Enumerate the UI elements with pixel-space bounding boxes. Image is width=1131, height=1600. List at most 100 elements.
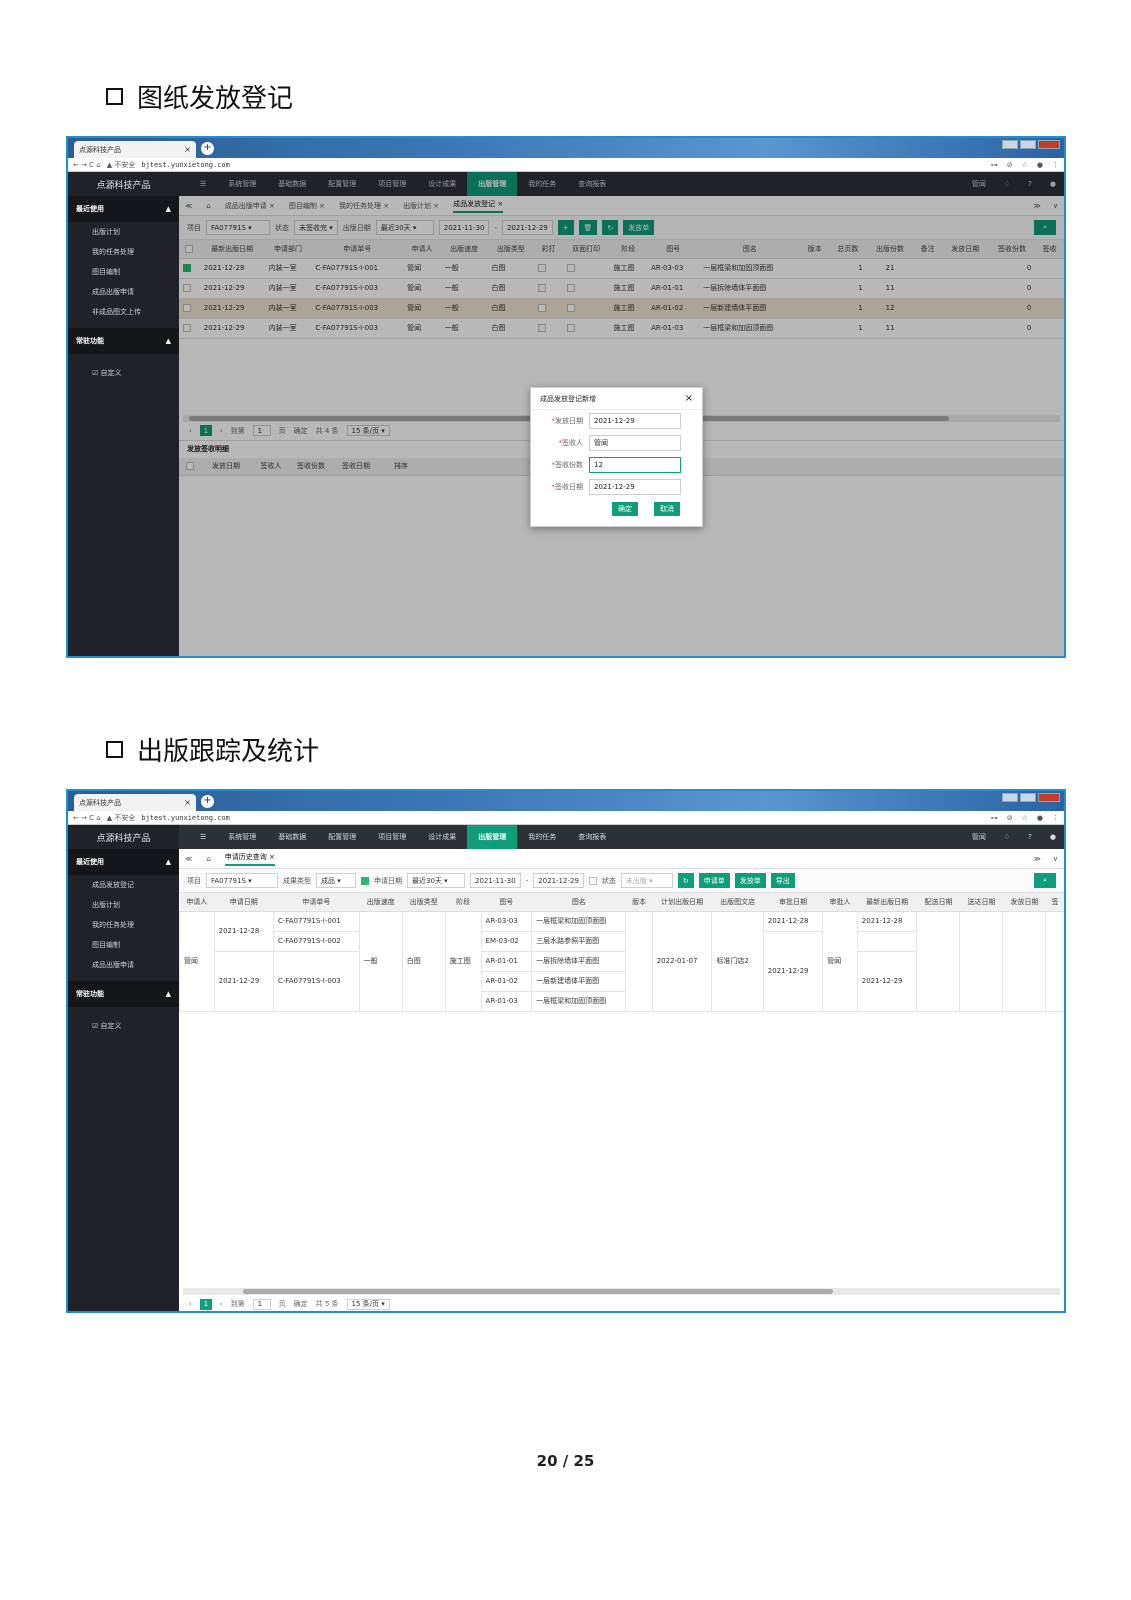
column-header[interactable]: 图名 — [531, 893, 626, 912]
collapse-left-icon[interactable]: ≪ — [185, 855, 192, 863]
star-icon[interactable]: ☆ — [1022, 814, 1028, 822]
sidebar-custom[interactable]: ☑ 自定义 — [68, 360, 179, 386]
url-field[interactable]: bjtest.yunxietong.com — [141, 814, 230, 822]
home-icon[interactable]: ⌂ — [206, 855, 210, 863]
bell-icon[interactable]: ♢ — [1004, 833, 1010, 841]
project-select[interactable]: FA07791S ▾ — [206, 873, 278, 888]
sidebar-item[interactable]: 非成品图文上传 — [68, 302, 179, 322]
date-range-select[interactable]: 最近30天 ▾ — [407, 873, 465, 888]
column-header[interactable]: 版本 — [625, 893, 653, 912]
star-icon[interactable]: ☆ — [1022, 161, 1028, 169]
column-header[interactable]: 阶段 — [445, 893, 482, 912]
next-page-icon[interactable]: › — [220, 1300, 223, 1308]
nav-item[interactable]: 系统管理 — [217, 825, 267, 849]
browser-tab[interactable]: 点源科技产品 × — [74, 794, 196, 811]
column-header[interactable]: 申请日期 — [214, 893, 274, 912]
apply-sheet-button[interactable]: 申请单 — [698, 873, 730, 888]
cancel-button[interactable]: 取消 — [654, 502, 680, 516]
avatar[interactable]: ● — [1050, 833, 1056, 841]
column-header[interactable]: 审批日期 — [763, 893, 823, 912]
column-header[interactable]: 签 — [1045, 893, 1064, 912]
copies-input[interactable]: 12 — [589, 457, 681, 473]
issue-date-input[interactable]: 2021-12-29 — [589, 413, 681, 429]
sidebar-item[interactable]: 我的任务处理 — [68, 915, 179, 935]
profile-icon[interactable]: ● — [1037, 814, 1043, 822]
column-header[interactable]: 配送日期 — [916, 893, 960, 912]
nav-item[interactable]: 配置管理 — [317, 825, 367, 849]
receiver-input[interactable]: 管闻 — [589, 435, 681, 451]
sidebar-item[interactable]: 出版计划 — [68, 222, 179, 242]
browser-tab[interactable]: 点源科技产品 × — [74, 141, 196, 158]
column-header[interactable]: 发放日期 — [1002, 893, 1046, 912]
url-field[interactable]: bjtest.yunxietong.com — [141, 161, 230, 169]
profile-icon[interactable]: ● — [1037, 161, 1043, 169]
column-header[interactable]: 申请单号 — [273, 893, 360, 912]
help-icon[interactable]: ? — [1028, 833, 1032, 841]
nav-item[interactable]: 我的任务 — [517, 825, 567, 849]
search-icon[interactable]: ⌕ — [1034, 873, 1056, 888]
column-header[interactable]: 图号 — [481, 893, 532, 912]
new-tab-icon[interactable]: + — [201, 142, 214, 155]
ok-button[interactable]: 确定 — [612, 502, 638, 516]
sidebar-item[interactable]: 成品发放登记 — [68, 875, 179, 895]
sidebar-common-header[interactable]: 常驻功能 ▲ — [68, 981, 179, 1007]
sidebar-item[interactable]: 成品出版申请 — [68, 955, 179, 975]
nav-buttons[interactable]: ← → C ⌂ — [73, 161, 101, 169]
date-to-input[interactable]: 2021-12-29 — [533, 873, 584, 888]
table-row[interactable]: 管闻 2021-12-28 C-FA07791S-I-001 一般 白图 施工图… — [179, 911, 1064, 1012]
sidebar-item[interactable]: 我的任务处理 — [68, 242, 179, 262]
share-icon[interactable]: ⊘ — [1007, 814, 1013, 822]
column-header[interactable]: 出版速度 — [359, 893, 403, 912]
key-icon[interactable]: ⊶ — [991, 814, 998, 822]
nav-item[interactable]: 查询报表 — [567, 825, 617, 849]
window-close-icon[interactable] — [1038, 793, 1060, 802]
minimize-icon[interactable] — [1002, 793, 1018, 802]
sidebar-item[interactable]: 成品出版申请 — [68, 282, 179, 302]
current-page[interactable]: 1 — [199, 1298, 212, 1310]
key-icon[interactable]: ⊶ — [991, 161, 998, 169]
column-header[interactable]: 送达日期 — [959, 893, 1003, 912]
goto-page-input[interactable]: 1 — [252, 1298, 271, 1310]
sidebar-item[interactable]: 图目编制 — [68, 935, 179, 955]
sidebar-recent-header[interactable]: 最近使用 ▲ — [68, 196, 179, 222]
status-filter-checkbox[interactable] — [588, 876, 597, 885]
issue-sheet-button[interactable]: 发放单 — [734, 873, 766, 888]
horizontal-scrollbar[interactable] — [183, 1288, 1060, 1295]
scroll-right-icon[interactable]: ≫ — [1034, 855, 1041, 863]
column-header[interactable]: 出版图文店 — [711, 893, 764, 912]
column-header[interactable]: 计划出版日期 — [652, 893, 712, 912]
column-header[interactable]: 出版类型 — [402, 893, 446, 912]
column-header[interactable]: 申请人 — [179, 893, 215, 912]
page-size-select[interactable]: 15 条/页 ▾ — [346, 1298, 390, 1310]
date-filter-checkbox[interactable] — [361, 876, 369, 885]
sidebar-recent-header[interactable]: 最近使用 ▲ — [68, 849, 179, 875]
prev-page-icon[interactable]: ‹ — [189, 1300, 192, 1308]
maximize-icon[interactable] — [1020, 140, 1036, 149]
share-icon[interactable]: ⊘ — [1007, 161, 1013, 169]
page-tab-active[interactable]: 申请历史查询 × — [224, 852, 275, 866]
nav-item[interactable]: 设计成果 — [417, 825, 467, 849]
sidebar-item[interactable]: 图目编制 — [68, 262, 179, 282]
chevron-down-icon[interactable]: ∨ — [1053, 855, 1058, 863]
export-button[interactable]: 导出 — [770, 873, 795, 888]
refresh-icon[interactable]: ↻ — [677, 873, 694, 888]
date-from-input[interactable]: 2021-11-30 — [470, 873, 521, 888]
new-tab-icon[interactable]: + — [201, 795, 214, 808]
status-select[interactable]: 未出版 ▾ — [620, 873, 673, 888]
nav-item[interactable]: 项目管理 — [367, 825, 417, 849]
sidebar-custom[interactable]: ☑ 自定义 — [68, 1013, 179, 1039]
menu-icon[interactable]: ⋮ — [1052, 814, 1059, 822]
window-close-icon[interactable] — [1038, 140, 1060, 149]
close-tab-icon[interactable]: × — [184, 798, 191, 807]
hamburger-icon[interactable]: ☰ — [189, 825, 217, 849]
sidebar-common-header[interactable]: 常驻功能 ▲ — [68, 328, 179, 354]
type-select[interactable]: 成品 ▾ — [316, 873, 356, 888]
close-tab-icon[interactable]: × — [184, 145, 191, 154]
sign-date-input[interactable]: 2021-12-29 — [589, 479, 681, 495]
sidebar-item[interactable]: 出版计划 — [68, 895, 179, 915]
menu-icon[interactable]: ⋮ — [1052, 161, 1059, 169]
nav-item[interactable]: 基础数据 — [267, 825, 317, 849]
nav-buttons[interactable]: ← → C ⌂ — [73, 814, 101, 822]
column-header[interactable]: 审批人 — [822, 893, 858, 912]
close-icon[interactable]: × — [685, 393, 693, 404]
